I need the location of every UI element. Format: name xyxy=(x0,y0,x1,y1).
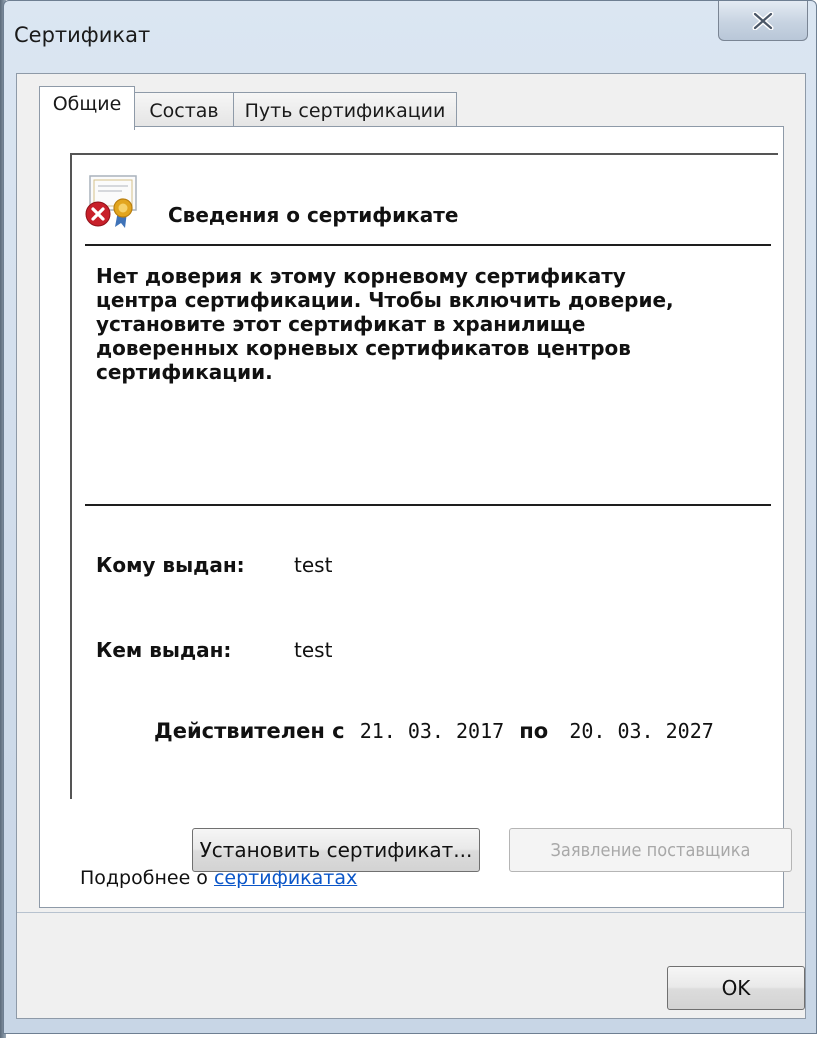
close-button[interactable] xyxy=(718,1,808,41)
warning-line: центра сертификации. Чтобы включить дове… xyxy=(96,288,674,312)
valid-from-date: 21. 03. 2017 xyxy=(359,719,505,743)
certificate-dialog: Сертификат Общие Состав Путь сертификаци… xyxy=(3,0,817,1034)
close-icon xyxy=(752,11,774,30)
trust-warning: Нет доверия к этому корневому сертификат… xyxy=(96,264,716,384)
warning-line: доверенных корневых сертификатов центров xyxy=(96,336,631,360)
window-title: Сертификат xyxy=(14,23,151,47)
tab-label: Общие xyxy=(52,93,122,115)
validity-period: Действителен с 21. 03. 2017 по 20. 03. 2… xyxy=(154,719,714,743)
tab-label: Состав xyxy=(149,99,219,122)
valid-from-label: Действителен с xyxy=(154,719,345,743)
tab-general[interactable]: Общие xyxy=(39,86,135,130)
tab-label: Путь сертификации xyxy=(244,99,446,122)
title-bar[interactable]: Сертификат xyxy=(4,1,816,73)
issued-to-label: Кому выдан: xyxy=(96,553,245,577)
issued-by-label: Кем выдан: xyxy=(96,638,232,662)
ok-button[interactable]: OK xyxy=(667,966,805,1010)
tab-certification-path[interactable]: Путь сертификации xyxy=(233,92,457,128)
dialog-body: Общие Состав Путь сертификации Сведения … xyxy=(16,73,806,1019)
issued-by-value: test xyxy=(294,638,333,662)
more-info-text: Подробнее о xyxy=(80,867,208,889)
warning-line: Нет доверия к этому корневому сертификат… xyxy=(96,264,626,288)
more-info: Подробнее о сертификатах xyxy=(80,867,357,889)
divider xyxy=(85,504,771,506)
issuer-statement-button[interactable]: Заявление поставщика xyxy=(509,828,792,872)
certificates-link[interactable]: сертификатах xyxy=(214,867,357,889)
tab-details[interactable]: Состав xyxy=(134,92,234,128)
certificate-error-icon xyxy=(85,175,137,228)
valid-to-date: 20. 03. 2027 xyxy=(569,719,714,743)
warning-line: установите этот сертификат в хранилище xyxy=(96,312,586,336)
info-title: Сведения о сертификате xyxy=(168,203,459,227)
certificate-info-box: Сведения о сертификате Нет доверия к это… xyxy=(70,153,778,799)
issued-to-value: test xyxy=(294,553,333,577)
divider xyxy=(85,244,771,246)
warning-line: сертификации. xyxy=(96,360,273,384)
general-tab-panel: Сведения о сертификате Нет доверия к это… xyxy=(39,126,792,908)
install-certificate-button[interactable]: Установить сертификат... xyxy=(192,828,480,872)
valid-to-label: по xyxy=(519,719,549,743)
footer-divider xyxy=(17,912,805,913)
